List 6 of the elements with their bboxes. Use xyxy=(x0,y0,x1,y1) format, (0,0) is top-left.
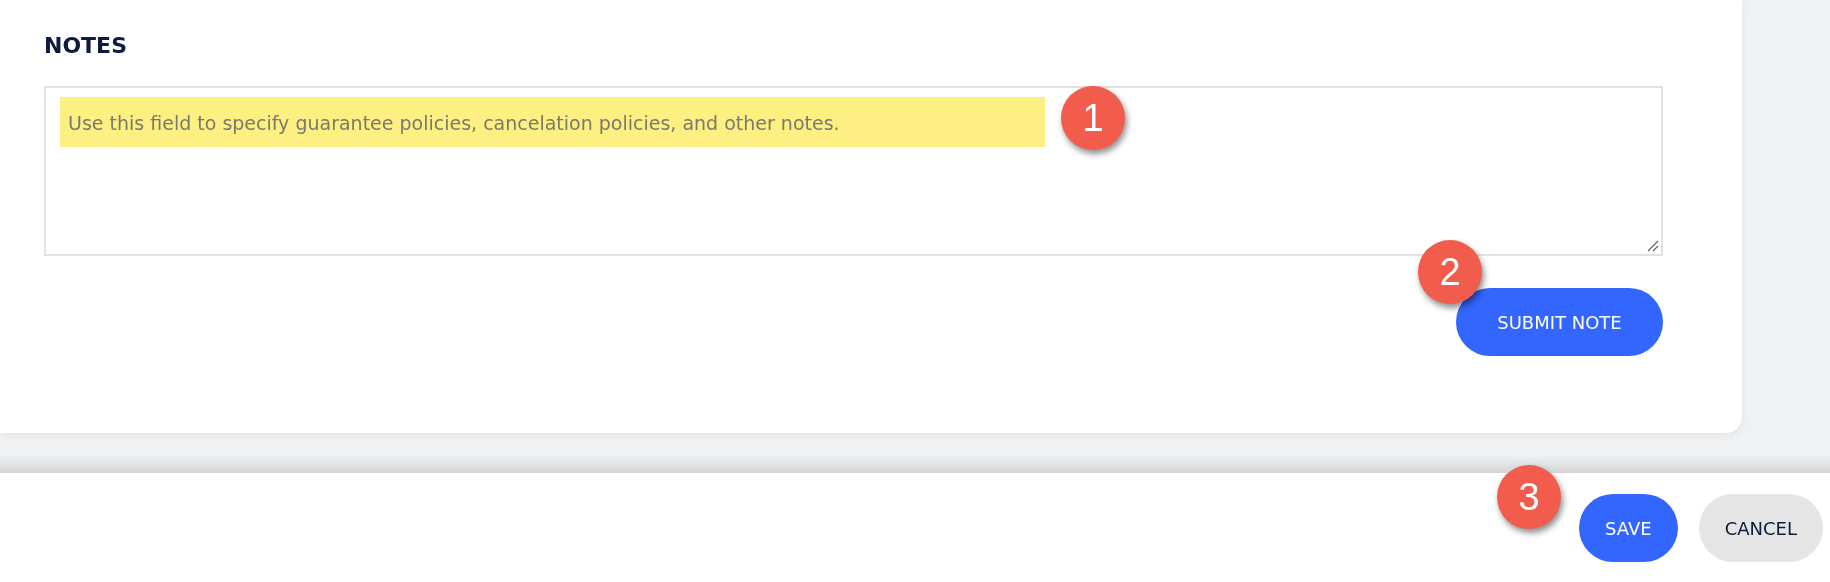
resize-handle-icon[interactable] xyxy=(1647,240,1659,252)
step-badge: 3 xyxy=(1497,465,1561,529)
cancel-button[interactable]: CANCEL xyxy=(1698,494,1823,562)
section-heading: NOTES xyxy=(44,32,128,60)
submit-note-button[interactable]: SUBMIT NOTE xyxy=(1456,288,1663,356)
save-button[interactable]: SAVE xyxy=(1579,494,1678,562)
